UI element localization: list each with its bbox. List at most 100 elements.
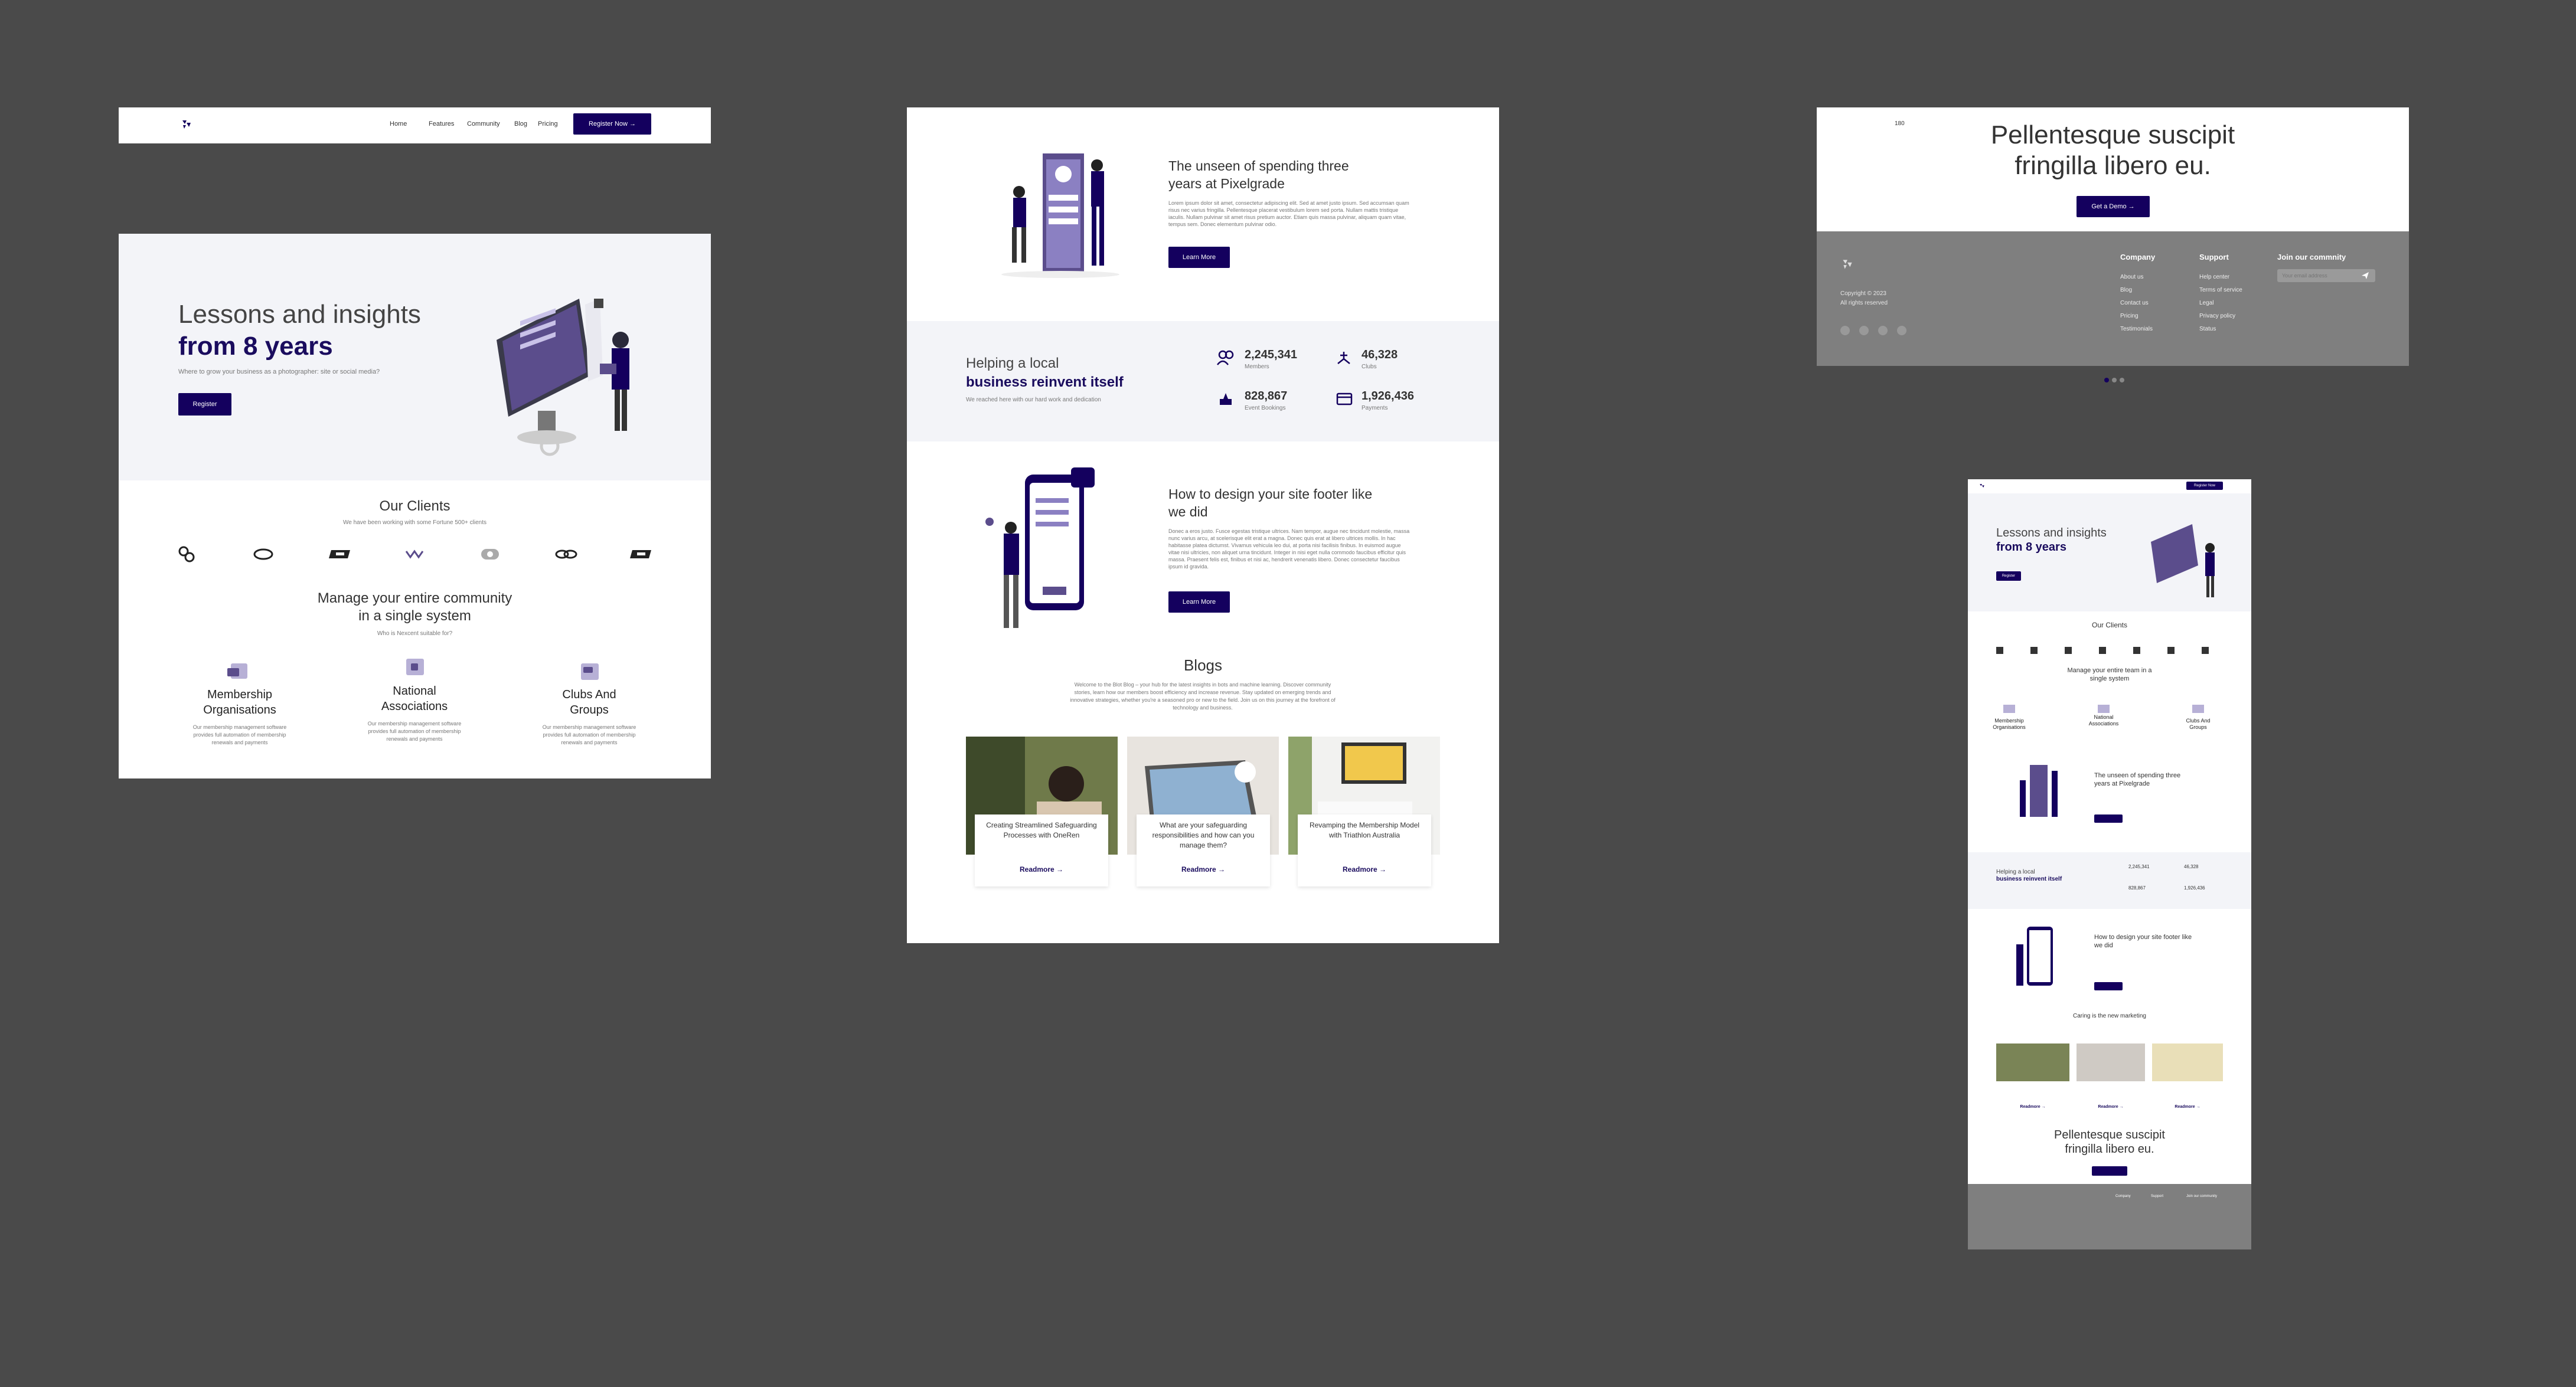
mini-card-title: Clubs And — [2186, 718, 2211, 724]
full-page-preview: Register Now Lessons and insights from 8… — [1968, 479, 2251, 1249]
stat-bookings-label: Event Bookings — [1245, 405, 1286, 411]
mini-card-title: Associations — [2088, 721, 2119, 727]
mini-stats-title-line2: business reinvent itself — [1996, 876, 2062, 882]
twitter-icon[interactable] — [1878, 326, 1888, 335]
mini-design-illustration — [2016, 927, 2053, 986]
community-card-clubs[interactable]: Clubs And Groups Our membership manageme… — [527, 654, 651, 772]
nav-link-blog[interactable]: Blog — [514, 120, 527, 127]
blog-card-2[interactable]: What are your safeguarding responsibilit… — [1137, 814, 1270, 886]
mini-card-title: Membership — [1994, 718, 2024, 724]
carousel-dot[interactable] — [2120, 378, 2124, 382]
cta-title-line1: Pellentesque suscipit — [1990, 120, 2235, 149]
mini-footer: Company Support Join our community — [1968, 1184, 2251, 1249]
card-title-line2: Groups — [570, 704, 609, 717]
nav-link-home[interactable]: Home — [390, 120, 407, 127]
footer-link-pricing[interactable]: Pricing — [2120, 313, 2138, 319]
readmore-link[interactable]: Readmore → — [1137, 865, 1270, 874]
readmore-link[interactable]: Readmore → — [1298, 865, 1431, 874]
mini-learn-more-button[interactable] — [2094, 982, 2123, 990]
mini-card-title: National — [2094, 714, 2114, 720]
mini-readmore-link[interactable]: Readmore → — [1996, 1105, 2069, 1109]
youtube-icon[interactable] — [1897, 326, 1906, 335]
dribbble-icon[interactable] — [1859, 326, 1869, 335]
unseen-title-line1: The unseen of spending three — [1168, 158, 1349, 174]
mini-get-demo-button[interactable] — [2092, 1166, 2127, 1176]
community-subtitle: Who is Nexcent suitable for? — [377, 630, 453, 637]
mini-stat-value: 2,245,341 — [2128, 864, 2150, 869]
mini-blog-image — [2077, 1043, 2145, 1081]
footer-link-privacy[interactable]: Privacy policy — [2199, 313, 2235, 319]
mini-unseen-title-line2: years at Pixelgrade — [2094, 780, 2150, 787]
carousel-dot-active[interactable] — [2104, 378, 2109, 382]
stat-clubs-value: 46,328 — [1362, 348, 1398, 361]
mini-blog-image — [2152, 1043, 2223, 1081]
card-text: Our membership management software provi… — [542, 724, 636, 745]
unseen-illustration — [1001, 153, 1119, 278]
nav-link-community[interactable]: Community — [467, 120, 500, 127]
mini-card-icon — [2192, 705, 2204, 713]
register-button[interactable]: Register — [178, 393, 231, 416]
mini-readmore-link[interactable]: Readmore → — [2152, 1105, 2223, 1109]
mini-card-icon — [2098, 705, 2110, 713]
stats-title-line2: business reinvent itself — [966, 374, 1124, 390]
mini-footer-title: Join our community — [2186, 1195, 2218, 1198]
get-demo-button[interactable]: Get a Demo → — [2077, 196, 2150, 217]
stat-payments-label: Payments — [1362, 405, 1388, 411]
mini-register-button[interactable]: Register — [1996, 571, 2021, 581]
mini-register-now-button[interactable]: Register Now — [2186, 482, 2223, 490]
mini-stat-value: 1,926,436 — [2184, 885, 2205, 891]
footer-link-blog[interactable]: Blog — [2120, 287, 2132, 293]
register-now-button[interactable]: Register Now → — [573, 113, 651, 135]
mini-card-title: Groups — [2189, 724, 2207, 730]
footer-link-help[interactable]: Help center — [2199, 274, 2229, 280]
blog-card-title: Creating Streamlined Safeguarding Proces… — [986, 821, 1097, 839]
blog-card-3[interactable]: Revamping the Membership Model with Tria… — [1298, 814, 1431, 886]
blogs-title: Blogs — [1183, 656, 1223, 674]
clubs-icon — [1337, 352, 1350, 364]
mini-client-logos — [1996, 647, 2223, 654]
footer-link-legal[interactable]: Legal — [2199, 300, 2213, 306]
stat-payments-value: 1,926,436 — [1362, 390, 1414, 403]
clients-title: Our Clients — [379, 498, 450, 514]
footer-link-terms[interactable]: Terms of service — [2199, 287, 2242, 293]
navbar-panel: Home Features Community Blog Pricing Reg… — [119, 107, 711, 143]
mini-footer-title: Support — [2151, 1195, 2164, 1198]
card-title-line2: Associations — [381, 700, 448, 713]
footer-link-status[interactable]: Status — [2199, 326, 2216, 332]
logo-icon[interactable] — [180, 118, 193, 131]
readmore-link[interactable]: Readmore → — [975, 865, 1108, 874]
carousel-dot[interactable] — [2112, 378, 2117, 382]
stats-title-line1: Helping a local — [966, 355, 1059, 371]
footer-link-contact[interactable]: Contact us — [2120, 300, 2149, 306]
stat-bookings-value: 828,867 — [1245, 390, 1288, 403]
footer-logo-icon[interactable] — [1840, 257, 1855, 271]
send-icon[interactable] — [2361, 271, 2369, 280]
design-title-line1: How to design your site footer like — [1168, 486, 1373, 502]
hero-illustration — [497, 299, 629, 456]
nav-link-pricing[interactable]: Pricing — [538, 120, 558, 127]
blog-card-1[interactable]: Creating Streamlined Safeguarding Proces… — [975, 814, 1108, 886]
community-card-national[interactable]: National Associations Our membership man… — [352, 654, 476, 772]
mini-readmore-link[interactable]: Readmore → — [2077, 1105, 2145, 1109]
instagram-icon[interactable] — [1840, 326, 1850, 335]
nav-link-features[interactable]: Features — [429, 120, 454, 127]
client-logo-2 — [253, 548, 273, 560]
community-title-line1: Manage your entire community — [317, 590, 512, 606]
footer-link-testimonials[interactable]: Testimonials — [2120, 326, 2153, 332]
blogs-intro: Welcome to the Blot Blog – your hub for … — [1070, 682, 1336, 711]
card-title-line1: National — [393, 685, 436, 698]
site-footer: Copyright © 2023 All rights reserved Com… — [1817, 231, 2409, 366]
mini-learn-more-button[interactable] — [2094, 814, 2123, 823]
mini-card-title: Organisations — [1993, 724, 2026, 730]
hero-panel: Lessons and insights from 8 years Where … — [119, 234, 711, 778]
mini-logo-icon — [1980, 484, 1984, 488]
stats-subtitle: We reached here with our hard work and d… — [966, 397, 1101, 403]
stat-members-label: Members — [1245, 364, 1269, 370]
community-card-membership[interactable]: Membership Organisations Our membership … — [178, 654, 302, 772]
mini-community-title-line1: Manage your entire team in a — [2067, 667, 2152, 674]
clients-subtitle: We have been working with some Fortune 5… — [342, 519, 487, 526]
unseen-learn-more-button[interactable]: Learn More — [1168, 247, 1230, 268]
footer-link-about[interactable]: About us — [2120, 274, 2143, 280]
cta-title-line2: fringilla libero eu. — [2015, 151, 2211, 180]
design-learn-more-button[interactable]: Learn More — [1168, 591, 1230, 613]
